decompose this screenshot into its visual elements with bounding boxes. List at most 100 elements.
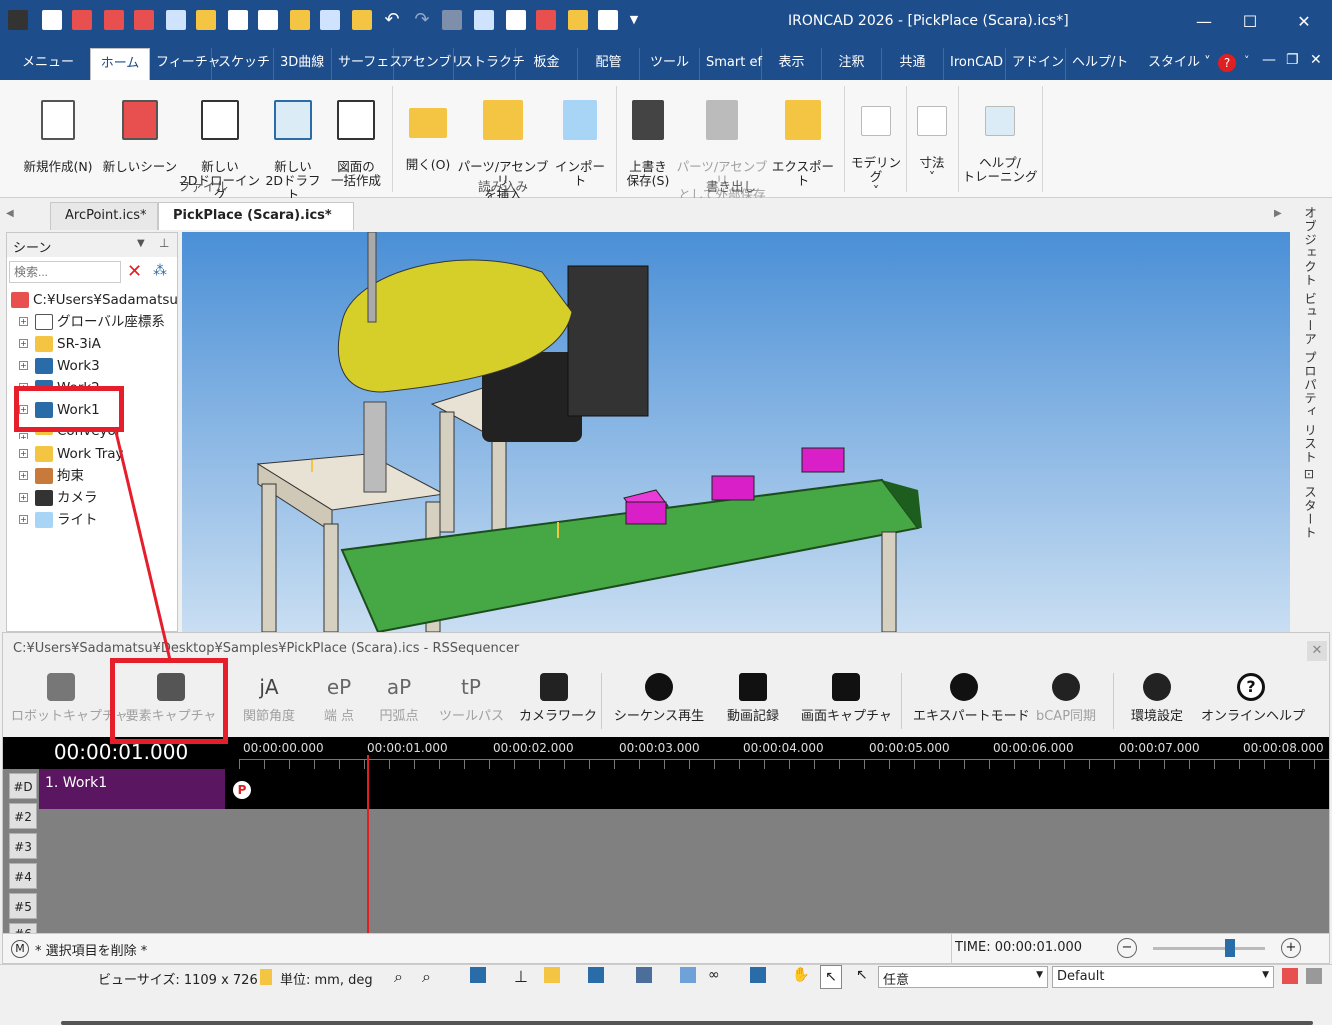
- tab-ironcad[interactable]: IronCAD: [944, 48, 1006, 80]
- view-icon[interactable]: [470, 967, 486, 983]
- grid-icon[interactable]: [506, 10, 526, 30]
- zoom-slider-thumb[interactable]: [1225, 939, 1235, 957]
- track-label[interactable]: #D: [9, 773, 37, 799]
- tree-view-icon[interactable]: [1282, 968, 1298, 984]
- tab-feature[interactable]: フィーチャ: [150, 48, 221, 80]
- tree-item-work3[interactable]: + Work3: [19, 355, 100, 377]
- insert-part-icon[interactable]: [290, 10, 310, 30]
- online-help-button[interactable]: ? オンラインヘルプ: [1201, 673, 1305, 724]
- tree-root[interactable]: C:¥Users¥Sadamatsu: [11, 289, 178, 311]
- new-scene-button[interactable]: 新しいシーン: [102, 86, 178, 174]
- new-doc-icon[interactable]: [42, 10, 62, 30]
- orient-icon[interactable]: [544, 967, 560, 983]
- hand-icon[interactable]: ✋: [792, 967, 809, 983]
- tab-scroll-left-icon[interactable]: ◀: [6, 208, 14, 219]
- section-icon[interactable]: [636, 967, 652, 983]
- render-mode-icon[interactable]: [588, 967, 604, 983]
- zoom-icon[interactable]: ⌕: [394, 967, 403, 987]
- macro-icon[interactable]: M: [11, 940, 29, 958]
- track-row[interactable]: 1. Work1 P: [39, 769, 1329, 809]
- end-point-button[interactable]: eP 端 点: [317, 673, 361, 724]
- screen-capture-button[interactable]: 画面キャプチャ: [801, 673, 892, 724]
- redo-icon[interactable]: ↷: [412, 10, 432, 30]
- search-filter-icon[interactable]: ⁂: [153, 263, 167, 279]
- tab-home[interactable]: ホーム: [90, 48, 150, 80]
- time-ruler[interactable]: 00:00:00.000 00:00:01.000 00:00:02.000 0…: [239, 737, 1329, 769]
- tab-structure[interactable]: ストラクチ: [454, 48, 525, 80]
- shading-icon[interactable]: [680, 967, 696, 983]
- track-label[interactable]: #3: [9, 833, 37, 859]
- import-icon[interactable]: [320, 10, 340, 30]
- zoom-out-icon[interactable]: −: [1117, 938, 1137, 958]
- sparkle-icon[interactable]: [474, 10, 494, 30]
- mode-select[interactable]: 任意 ▼: [878, 966, 1048, 988]
- list-icon[interactable]: [598, 10, 618, 30]
- style-select[interactable]: Default ▼: [1052, 966, 1274, 988]
- joint-angle-button[interactable]: jA 関節角度: [237, 673, 301, 724]
- batch-drawing-icon[interactable]: [166, 10, 186, 30]
- clear-search-icon[interactable]: ✕: [127, 261, 142, 282]
- save-button[interactable]: 上書き 保存(S): [622, 86, 674, 188]
- scene-dropdown-icon[interactable]: ▼: [137, 238, 145, 249]
- style-menu[interactable]: スタイル ˅: [1142, 48, 1212, 80]
- doc-tab-arcpoint[interactable]: ArcPoint.ics*: [50, 202, 158, 230]
- tab-smart[interactable]: Smart ef: [700, 48, 762, 80]
- tab-sketch[interactable]: スケッチ: [212, 48, 274, 80]
- tab-scroll-right-icon[interactable]: ▶: [1274, 208, 1282, 219]
- doc-tab-pickplace[interactable]: PickPlace (Scara).ics* ✕: [158, 202, 354, 249]
- tree-item-light[interactable]: + ライト: [19, 509, 98, 531]
- scene-search-input[interactable]: [9, 261, 121, 283]
- batch-drawing-button[interactable]: 図面の 一括作成: [326, 86, 386, 188]
- ribbon-restore-icon[interactable]: ❐: [1286, 52, 1299, 68]
- expand-icon[interactable]: +: [19, 471, 28, 480]
- ribbon-minimize-icon[interactable]: —: [1262, 52, 1276, 68]
- stack-icon[interactable]: [568, 10, 588, 30]
- export-icon[interactable]: [352, 10, 372, 30]
- tree-item-camera[interactable]: + カメラ: [19, 487, 98, 509]
- pin-icon[interactable]: ⊥: [159, 236, 169, 250]
- 3d-viewport[interactable]: [182, 232, 1290, 632]
- expand-icon[interactable]: +: [19, 515, 28, 524]
- track-label[interactable]: #4: [9, 863, 37, 889]
- tab-annotation[interactable]: 注釈: [822, 48, 882, 80]
- grid-view-icon[interactable]: [1306, 968, 1322, 984]
- bcap-sync-button[interactable]: bCAP同期: [1029, 673, 1103, 724]
- zoom-slider-track[interactable]: [1153, 947, 1265, 950]
- help-training-button[interactable]: ヘルプ/ トレーニング: [962, 86, 1038, 184]
- tab-menu[interactable]: メニュー: [6, 48, 90, 80]
- track-label[interactable]: #2: [9, 803, 37, 829]
- zoom-in-icon[interactable]: +: [1281, 938, 1301, 958]
- dimension-button[interactable]: 寸法 ˅: [910, 86, 954, 184]
- expand-icon[interactable]: +: [19, 493, 28, 502]
- select-pointer-icon[interactable]: ↖: [820, 965, 842, 989]
- camera-work-button[interactable]: カメラワーク: [519, 673, 597, 724]
- new-scene-icon[interactable]: [72, 10, 92, 30]
- expand-icon[interactable]: +: [19, 433, 28, 439]
- playhead[interactable]: [367, 755, 369, 937]
- zoom-window-icon[interactable]: ⌕: [422, 967, 431, 987]
- tab-view[interactable]: 表示: [762, 48, 822, 80]
- pointer-mode-icon[interactable]: ↖: [856, 967, 868, 983]
- tab-assembly[interactable]: アセンブリ: [394, 48, 464, 80]
- new-file-button[interactable]: 新規作成(N): [18, 86, 98, 174]
- expand-icon[interactable]: +: [19, 361, 28, 370]
- minimize-icon[interactable]: —: [1192, 10, 1216, 34]
- tree-item-global-coords[interactable]: + グローバル座標系: [19, 311, 165, 333]
- sequencer-close-icon[interactable]: ✕: [1307, 641, 1327, 661]
- undo-icon[interactable]: ↶: [382, 10, 402, 30]
- sequence-clip[interactable]: 1. Work1: [39, 769, 225, 809]
- tab-piping[interactable]: 配管: [578, 48, 640, 80]
- ribbon-close-icon[interactable]: ✕: [1310, 52, 1322, 68]
- robot-capture-button[interactable]: ロボットキャプチャ: [11, 673, 128, 724]
- modeling-button[interactable]: モデリング ˅: [848, 86, 904, 198]
- tab-common[interactable]: 共通: [882, 48, 944, 80]
- tab-tools[interactable]: ツール: [640, 48, 700, 80]
- axis-view-icon[interactable]: ⊥: [514, 967, 528, 986]
- tab-surface[interactable]: サーフェス: [332, 48, 402, 80]
- save-icon[interactable]: [228, 10, 248, 30]
- help-arrow-icon[interactable]: ˅: [1244, 54, 1250, 67]
- expand-icon[interactable]: +: [19, 449, 28, 458]
- open-button[interactable]: 開く(O): [404, 86, 452, 172]
- video-record-button[interactable]: 動画記録: [721, 673, 785, 724]
- export-button[interactable]: エクスポート: [770, 86, 836, 188]
